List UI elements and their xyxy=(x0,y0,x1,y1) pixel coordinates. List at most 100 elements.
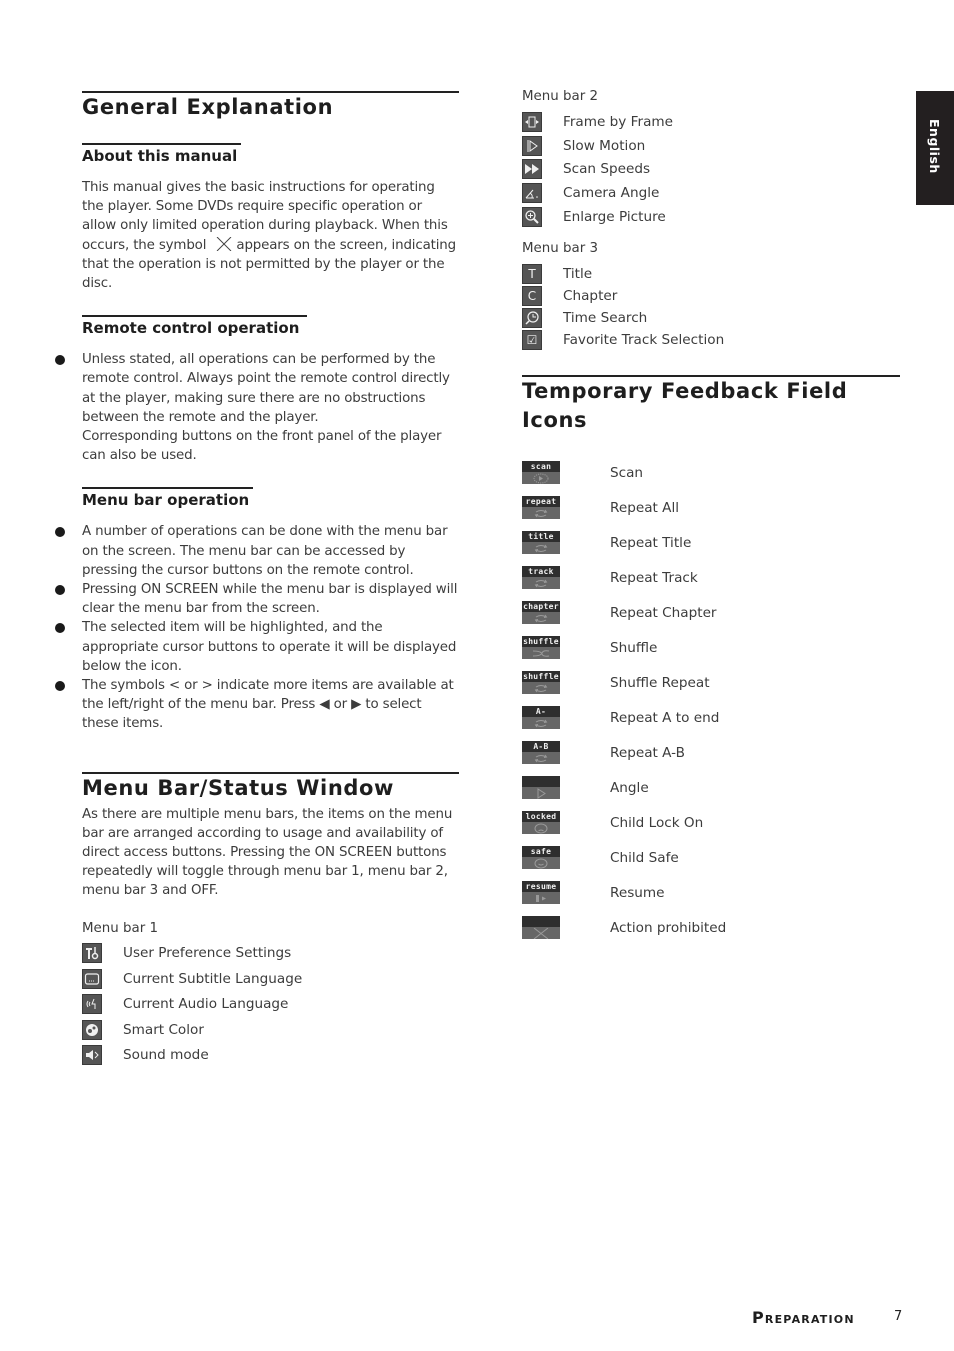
feedback-icon-label: Child Lock On xyxy=(610,814,704,831)
bullet-item: Unless stated, all operations can be per… xyxy=(55,350,459,465)
menu-item-row: Current Audio Language xyxy=(82,992,459,1018)
child-lock-on-icon: locked xyxy=(522,811,560,835)
slow-motion-icon xyxy=(522,135,542,156)
general-explanation-title: General Explanation xyxy=(82,91,459,120)
sound-mode-icon xyxy=(82,1045,102,1066)
repeat-icon xyxy=(522,612,560,625)
feedback-badge-text: shuffle xyxy=(522,671,560,683)
scan-icon: scan xyxy=(522,461,560,485)
feedback-icon-label: Angle xyxy=(610,779,649,796)
menu-item-label: Smart Color xyxy=(123,1021,204,1038)
feedback-icon-label: Action prohibited xyxy=(610,919,727,936)
scan-speeds-icon xyxy=(522,159,542,180)
menu-item-label: Slow Motion xyxy=(563,137,646,154)
menu-item-row: Frame by Frame xyxy=(522,110,900,134)
feedback-badge-text xyxy=(522,776,560,788)
menu-item-row: T Title xyxy=(522,263,900,285)
resume-icon: resume xyxy=(522,881,560,905)
chapter-icon: C xyxy=(522,286,542,307)
feedback-badge-text: locked xyxy=(522,811,560,823)
menu-item-label: Current Audio Language xyxy=(123,996,289,1013)
feedback-icon-row: A-B Repeat A-B xyxy=(522,735,900,770)
bullet-item: The selected item will be highlighted, a… xyxy=(55,618,459,676)
menu-item-row: Slow Motion xyxy=(522,134,900,158)
angle-icon xyxy=(522,787,560,800)
feedback-icon-row: locked Child Lock On xyxy=(522,805,900,840)
repeat-icon xyxy=(522,577,560,590)
repeat-icon xyxy=(522,752,560,765)
feedback-icon-label: Child Safe xyxy=(610,849,679,866)
camera-angle-icon xyxy=(522,182,542,203)
menu-item-row: Time Search xyxy=(522,307,900,329)
feedback-badge-text: chapter xyxy=(522,601,560,613)
feedback-icons-list: scan Scan repeat Repeat All title Repeat Titl… xyxy=(522,455,900,945)
language-tab-label: English xyxy=(927,119,942,174)
title-icon: T xyxy=(522,264,542,285)
feedback-icon-row: resume Resume xyxy=(522,875,900,910)
bullet-item: A number of operations can be done with … xyxy=(55,522,459,580)
menu-bar-operation-heading: Menu bar operation xyxy=(82,487,253,510)
bullet-text: A number of operations can be done with … xyxy=(82,524,448,578)
feedback-badge-text: scan xyxy=(522,461,560,473)
feedback-icon-row: safe Child Safe xyxy=(522,840,900,875)
bullet-dot-icon xyxy=(55,681,65,692)
menu-item-row: Scan Speeds xyxy=(522,157,900,181)
feedback-icon-row: track Repeat Track xyxy=(522,560,900,595)
time-search-icon xyxy=(522,308,542,329)
menu-bar-1-list: User Preference Settings Current Subtitle… xyxy=(82,941,459,1069)
feedback-icon-row: repeat Repeat All xyxy=(522,490,900,525)
menu-item-label: Current Subtitle Language xyxy=(123,970,303,987)
feedback-icon-row: chapter Repeat Chapter xyxy=(522,595,900,630)
menu-item-row: Smart Color xyxy=(82,1017,459,1043)
cross-icon xyxy=(522,927,560,940)
repeat-chapter-icon: chapter xyxy=(522,601,560,625)
remote-control-bullets: Unless stated, all operations can be per… xyxy=(55,350,459,465)
bullet-text: The symbols < or > indicate more items a… xyxy=(82,678,454,732)
footer-section-title: Preparation xyxy=(752,1308,855,1327)
about-manual-heading: About this manual xyxy=(82,143,241,166)
feedback-icon-label: Repeat Chapter xyxy=(610,604,717,621)
menu-bar-3-list: T Title C Chapter Time Search ☑ Favorite Track… xyxy=(522,263,900,351)
feedback-icon-label: Repeat Title xyxy=(610,534,692,551)
repeat-a-to-end-icon: A- xyxy=(522,706,560,730)
bullet-dot-icon xyxy=(55,623,65,634)
menu-bar-3-label: Menu bar 3 xyxy=(522,241,599,257)
feedback-icon-row: Action prohibited xyxy=(522,910,900,945)
feedback-badge-text: shuffle xyxy=(522,636,560,648)
smart-color-icon xyxy=(82,1019,102,1040)
menu-bar-2-list: Frame by Frame Slow Motion Scan Speeds Came… xyxy=(522,110,900,228)
repeat-title-icon: title xyxy=(522,531,560,555)
feedback-icon-row: scan Scan xyxy=(522,455,900,490)
menu-item-label: Frame by Frame xyxy=(563,113,674,130)
feedback-icon-row: shuffle Shuffle Repeat xyxy=(522,665,900,700)
feedback-icon-row: shuffle Shuffle xyxy=(522,630,900,665)
menu-bar-status-title: Menu Bar/Status Window xyxy=(82,771,459,801)
feedback-badge-text: repeat xyxy=(522,496,560,508)
menu-item-row: User Preference Settings xyxy=(82,941,459,967)
favorite-track-icon: ☑ xyxy=(522,330,542,351)
repeat-icon xyxy=(522,682,560,695)
feedback-icon-label: Shuffle Repeat xyxy=(610,674,710,691)
feedback-icon-label: Repeat Track xyxy=(610,569,698,586)
repeat-icon xyxy=(522,717,560,730)
menu-item-label: Chapter xyxy=(563,288,618,305)
resume-icon xyxy=(522,892,560,905)
menu-item-label: Favorite Track Selection xyxy=(563,332,725,349)
menu-bar-operation-bullets: A number of operations can be done with … xyxy=(55,522,459,733)
feedback-icon-row: title Repeat Title xyxy=(522,525,900,560)
play-circle-icon xyxy=(522,472,560,485)
menu-item-row: Current Subtitle Language xyxy=(82,966,459,992)
page-number: 7 xyxy=(894,1309,903,1324)
frame-by-frame-icon xyxy=(522,111,542,132)
bullet-text: The selected item will be highlighted, a… xyxy=(82,620,457,674)
repeat-track-icon: track xyxy=(522,566,560,590)
bullet-item: Pressing ON SCREEN while the menu bar is… xyxy=(55,580,459,618)
menu-item-row: Camera Angle xyxy=(522,181,900,205)
bullet-text: Unless stated, all operations can be per… xyxy=(82,352,450,464)
shuffle-icon: shuffle xyxy=(522,636,560,660)
enlarge-picture-icon xyxy=(522,206,542,227)
menu-bar-status-text: As there are multiple menu bars, the ite… xyxy=(82,806,453,899)
menu-bar-1-label: Menu bar 1 xyxy=(82,920,159,936)
menu-item-row: Enlarge Picture xyxy=(522,205,900,229)
feedback-badge-text: safe xyxy=(522,846,560,858)
